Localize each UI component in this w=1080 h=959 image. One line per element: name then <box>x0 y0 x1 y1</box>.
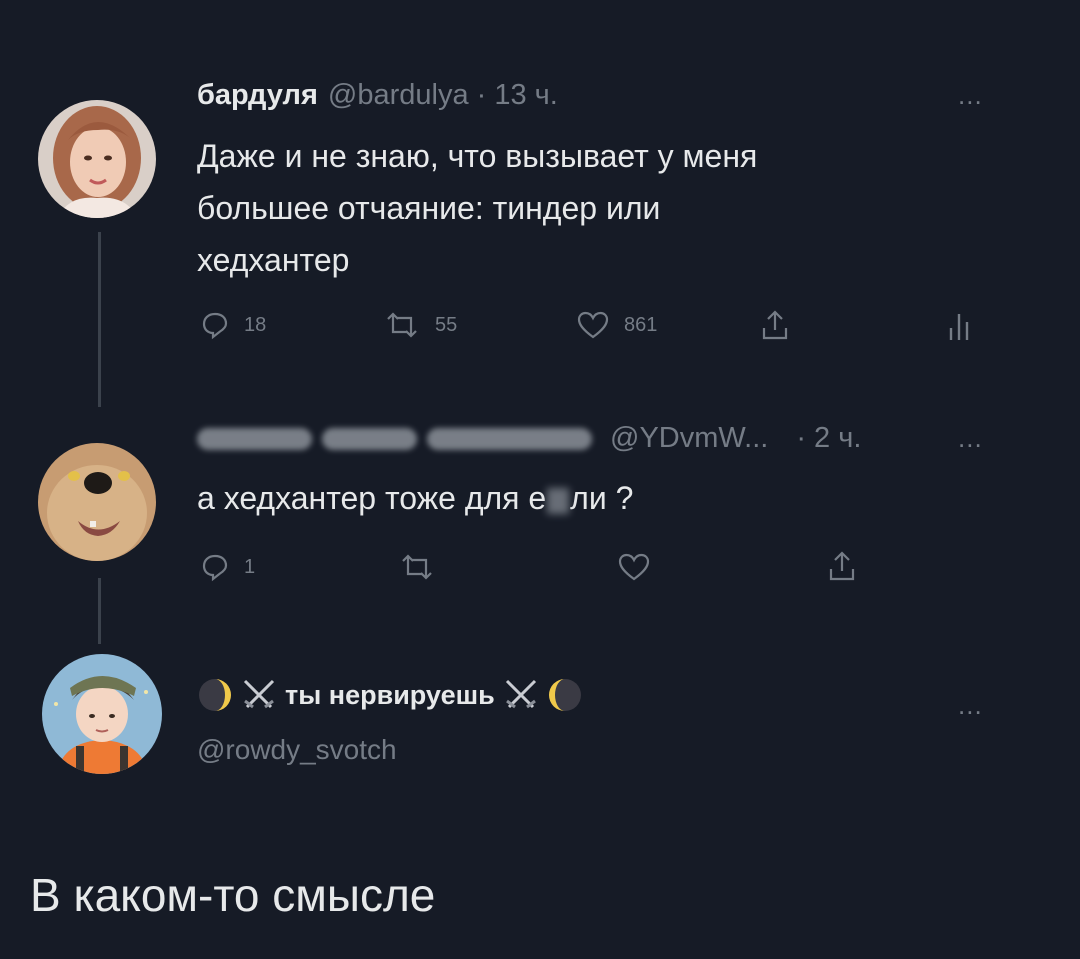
moon-icon <box>548 679 581 711</box>
tweet-text-line: Даже и не знаю, что вызывает у меня <box>197 138 758 174</box>
crossed-swords-icon <box>505 679 536 709</box>
share-button[interactable] <box>760 308 790 342</box>
display-name[interactable]: ты нервируешь <box>285 680 495 711</box>
like-button[interactable]: 861 <box>576 310 657 340</box>
blurred-display-name <box>427 427 592 450</box>
retweet-button[interactable]: 55 <box>383 310 457 340</box>
heart-icon <box>577 311 609 339</box>
retweet-icon <box>402 554 432 580</box>
avatar-image <box>42 654 162 774</box>
tweet-text: Даже и не знаю, что вызывает у меня боль… <box>197 130 977 286</box>
blurred-display-name <box>322 427 417 450</box>
like-button[interactable] <box>617 552 651 582</box>
thread-line <box>98 232 101 407</box>
tweet-text-line: большее отчаяние: тиндер или <box>197 190 661 226</box>
display-name[interactable]: бардуля <box>197 79 318 112</box>
reply-count: 1 <box>244 555 256 578</box>
like-count: 861 <box>624 313 658 336</box>
tweet-text-part: а хедхантер тоже для е <box>197 480 547 516</box>
retweet-button[interactable] <box>398 552 436 582</box>
tweet-text: а хедхантер тоже для е ли ? <box>197 472 633 524</box>
display-name-row[interactable]: ты нервируешь <box>195 675 585 715</box>
main-tweet-text: В каком-то смысле <box>30 869 436 921</box>
retweet-icon <box>387 312 417 338</box>
reply-button[interactable]: 1 <box>200 552 255 582</box>
analytics-button[interactable] <box>947 310 971 342</box>
more-options-icon[interactable]: ... <box>958 423 983 454</box>
thread-line <box>98 578 101 644</box>
tweet-text-part: ли ? <box>570 480 634 516</box>
avatar[interactable] <box>42 654 162 774</box>
reply-icon <box>202 312 228 340</box>
analytics-icon <box>949 314 969 340</box>
tweet-text-line: хедхантер <box>197 242 350 278</box>
more-options-icon[interactable]: ... <box>958 690 983 721</box>
retweet-count: 55 <box>435 313 458 336</box>
moon-icon <box>199 679 231 711</box>
blurred-display-name <box>197 427 312 450</box>
avatar[interactable] <box>38 443 156 561</box>
censor-blur <box>547 487 570 514</box>
handle-and-time[interactable]: @bardulya · 13 ч. <box>328 79 558 112</box>
share-icon <box>829 551 855 581</box>
crossed-swords-icon <box>243 679 275 709</box>
reply-icon <box>202 554 228 582</box>
more-options-icon[interactable]: ... <box>958 80 983 111</box>
author-row: @YDvmW... · 2 ч. <box>197 422 861 455</box>
handle[interactable]: @rowdy_svotch <box>197 734 397 766</box>
share-button[interactable] <box>827 549 857 583</box>
reply-count: 18 <box>244 313 267 336</box>
avatar-image <box>38 100 156 218</box>
avatar-image <box>38 443 156 561</box>
timestamp[interactable]: · 2 ч. <box>796 422 861 455</box>
handle[interactable]: @YDvmW... <box>610 422 768 455</box>
avatar[interactable] <box>38 100 156 218</box>
reply-button[interactable]: 18 <box>200 310 266 340</box>
share-icon <box>762 310 788 340</box>
heart-icon <box>618 553 650 581</box>
